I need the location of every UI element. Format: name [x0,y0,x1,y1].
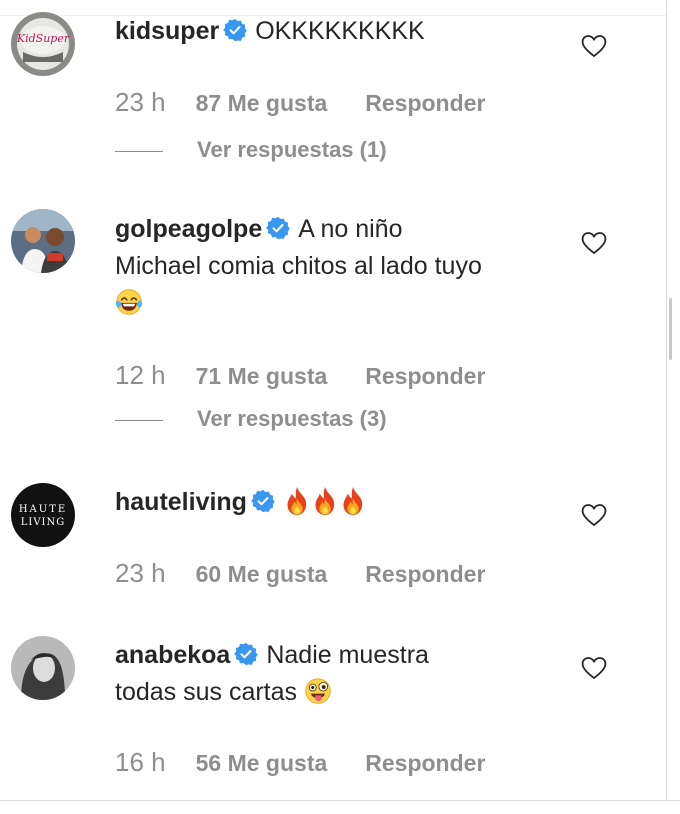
comment-time[interactable]: 16 h [115,747,166,777]
divider [0,800,680,801]
fire-icon [311,486,339,516]
comment-text: golpeagolpe A no niño Michael comia chito… [115,211,555,322]
comment-body: OKKKKKKKKK [255,17,425,45]
comment-meta: 23 h 87 Me gusta Responder [115,87,485,118]
comment-time[interactable]: 23 h [115,558,166,588]
reply-button[interactable]: Responder [365,90,485,116]
replies-line [115,150,163,152]
view-replies-label: Ver respuestas (1) [197,137,387,162]
likes-count[interactable]: 56 Me gusta [196,750,328,776]
scrollbar[interactable] [667,0,680,800]
comment-time[interactable]: 23 h [115,87,166,117]
likes-count[interactable]: 60 Me gusta [196,561,328,587]
reply-button[interactable]: Responder [365,750,485,776]
verified-badge-icon [266,216,290,240]
reply-button[interactable]: Responder [365,363,485,389]
verified-badge-icon [234,642,258,666]
avatar[interactable]: HAUTE LIVING [11,483,75,547]
fire-icon [283,486,311,516]
view-replies-button[interactable]: Ver respuestas (1) [115,137,387,163]
comment-meta: 23 h 60 Me gusta Responder [115,558,485,589]
heart-outline-icon[interactable] [581,656,607,680]
svg-text:KidSuper: KidSuper [16,32,70,45]
fire-icon [339,486,367,516]
replies-line [115,419,163,421]
view-replies-button[interactable]: Ver respuestas (3) [115,406,387,432]
comment-meta: 16 h 56 Me gusta Responder [115,747,485,778]
scrollbar-thumb[interactable] [669,298,672,360]
face-with-tears-of-joy-icon [115,287,143,317]
comments-panel: KidSuper kidsuper OKKKKKKKKK 23 h 87 Me gu… [0,0,666,800]
comment-time[interactable]: 12 h [115,360,166,390]
avatar[interactable] [11,209,75,273]
comment-meta: 12 h 71 Me gusta Responder [115,360,485,391]
comment-body-line1: Nadie muestra [266,641,429,669]
heart-outline-icon[interactable] [581,34,607,58]
comment-body-line2: Michael comia chitos al lado tuyo [115,252,482,280]
username[interactable]: golpeagolpe [115,215,262,243]
heart-outline-icon[interactable] [581,231,607,255]
svg-text:LIVING: LIVING [21,517,66,528]
comment-body-line2: todas sus cartas [115,678,298,706]
username[interactable]: hauteliving [115,488,247,516]
likes-count[interactable]: 71 Me gusta [196,363,328,389]
comment-text: hauteliving [115,484,555,521]
avatar[interactable]: KidSuper [11,12,75,76]
heart-outline-icon[interactable] [581,503,607,527]
comment-text: kidsuper OKKKKKKKKK [115,13,555,50]
verified-badge-icon [251,489,275,513]
zany-face-icon [304,676,332,706]
avatar[interactable] [11,636,75,700]
comment-body-line1: A no niño [298,215,403,243]
reply-button[interactable]: Responder [365,561,485,587]
username[interactable]: kidsuper [115,17,219,45]
comment-text: anabekoa Nadie muestra todas sus cartas [115,637,555,711]
view-replies-label: Ver respuestas (3) [197,406,387,431]
likes-count[interactable]: 87 Me gusta [196,90,328,116]
svg-text:HAUTE: HAUTE [19,504,67,515]
username[interactable]: anabekoa [115,641,230,669]
verified-badge-icon [223,18,247,42]
